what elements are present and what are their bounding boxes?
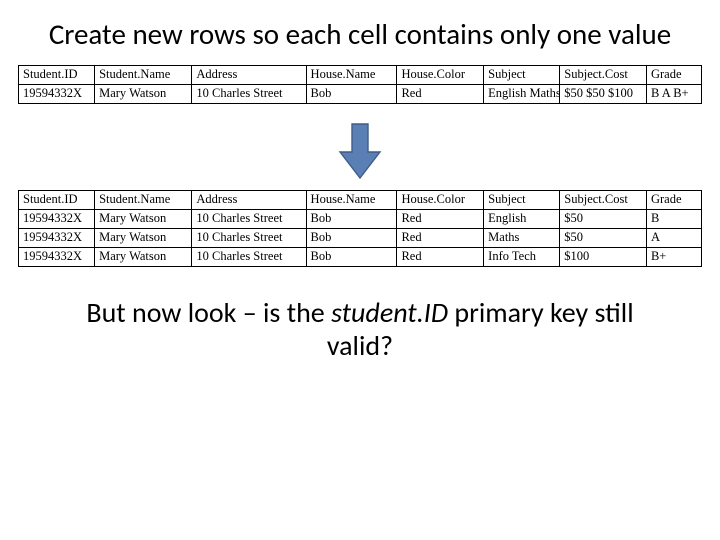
table-after-table: Student.ID Student.Name Address House.Na… [18, 190, 702, 267]
slide: Create new rows so each cell contains on… [0, 0, 720, 540]
col-header: Grade [646, 191, 701, 210]
cell-id: 19594332X [19, 85, 95, 104]
cell-cost: $50 $50 $100 [560, 85, 647, 104]
cell-name: Mary Watson [95, 248, 192, 267]
cell-hname: Bob [306, 248, 397, 267]
cell-subj: Info Tech [484, 248, 560, 267]
table-after: Student.ID Student.Name Address House.Na… [18, 190, 702, 267]
col-header: Subject.Cost [560, 191, 647, 210]
col-header: House.Color [397, 66, 484, 85]
cell-hcol: Red [397, 210, 484, 229]
col-header: House.Name [306, 66, 397, 85]
col-header: Student.Name [95, 66, 192, 85]
table-before-table: Student.ID Student.Name Address House.Na… [18, 65, 702, 104]
col-header: House.Color [397, 191, 484, 210]
slide-caption: But now look – is the student.ID primary… [58, 297, 662, 361]
col-header: Address [192, 66, 306, 85]
cell-subj: English [484, 210, 560, 229]
cell-id: 19594332X [19, 248, 95, 267]
cell-addr: 10 Charles Street [192, 248, 306, 267]
col-header: Address [192, 191, 306, 210]
table-header-row: Student.ID Student.Name Address House.Na… [19, 191, 702, 210]
cell-grade: B [646, 210, 701, 229]
slide-title: Create new rows so each cell contains on… [38, 18, 682, 51]
col-header: Grade [646, 66, 701, 85]
cell-name: Mary Watson [95, 229, 192, 248]
col-header: Student.ID [19, 66, 95, 85]
arrow-down [18, 120, 702, 182]
table-row: 19594332X Mary Watson 10 Charles Street … [19, 210, 702, 229]
cell-grade: B+ [646, 248, 701, 267]
cell-grade: B A B+ [646, 85, 701, 104]
cell-id: 19594332X [19, 229, 95, 248]
cell-id: 19594332X [19, 210, 95, 229]
col-header: House.Name [306, 191, 397, 210]
caption-text-pre: But now look – is the [86, 295, 331, 330]
arrow-down-icon [334, 120, 386, 182]
cell-hcol: Red [397, 85, 484, 104]
table-before: Student.ID Student.Name Address House.Na… [18, 65, 702, 104]
table-row: 19594332X Mary Watson 10 Charles Street … [19, 229, 702, 248]
cell-hname: Bob [306, 85, 397, 104]
cell-hcol: Red [397, 248, 484, 267]
cell-addr: 10 Charles Street [192, 210, 306, 229]
cell-hcol: Red [397, 229, 484, 248]
cell-addr: 10 Charles Street [192, 85, 306, 104]
cell-cost: $100 [560, 248, 647, 267]
col-header: Subject [484, 66, 560, 85]
cell-subj: English Maths Info Tech [484, 85, 560, 104]
cell-hname: Bob [306, 229, 397, 248]
cell-cost: $50 [560, 210, 647, 229]
col-header: Student.Name [95, 191, 192, 210]
cell-addr: 10 Charles Street [192, 229, 306, 248]
arrow-shape [340, 124, 380, 178]
cell-hname: Bob [306, 210, 397, 229]
table-row: 19594332X Mary Watson 10 Charles Street … [19, 248, 702, 267]
col-header: Student.ID [19, 191, 95, 210]
cell-subj: Maths [484, 229, 560, 248]
col-header: Subject.Cost [560, 66, 647, 85]
cell-cost: $50 [560, 229, 647, 248]
cell-grade: A [646, 229, 701, 248]
caption-term: student.ID [331, 295, 448, 330]
cell-name: Mary Watson [95, 210, 192, 229]
table-header-row: Student.ID Student.Name Address House.Na… [19, 66, 702, 85]
cell-name: Mary Watson [95, 85, 192, 104]
col-header: Subject [484, 191, 560, 210]
table-row: 19594332X Mary Watson 10 Charles Street … [19, 85, 702, 104]
